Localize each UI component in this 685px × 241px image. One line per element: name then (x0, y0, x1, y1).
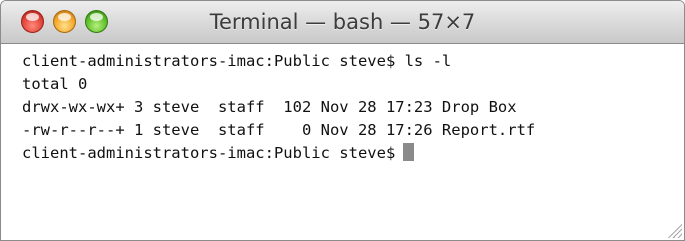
terminal-window: Terminal — bash — 57×7 client-administra… (0, 0, 685, 241)
shell-prompt: client-administrators-imac:Public steve$ (22, 144, 396, 162)
terminal-line: -rw-r--r--+ 1 steve staff 0 Nov 28 17:26… (22, 121, 536, 139)
prompt-line: client-administrators-imac:Public steve$ (22, 142, 415, 164)
terminal-content[interactable]: client-administrators-imac:Public steve$… (1, 44, 684, 240)
terminal-line: drwx-wx-wx+ 3 steve staff 102 Nov 28 17:… (22, 98, 517, 116)
terminal-line: total 0 (22, 75, 88, 93)
terminal-line: client-administrators-imac:Public steve$… (22, 52, 452, 70)
resize-grip-icon[interactable] (666, 222, 682, 238)
title-bar[interactable]: Terminal — bash — 57×7 (1, 1, 684, 44)
window-title: Terminal — bash — 57×7 (209, 10, 476, 34)
text-cursor (403, 143, 415, 161)
